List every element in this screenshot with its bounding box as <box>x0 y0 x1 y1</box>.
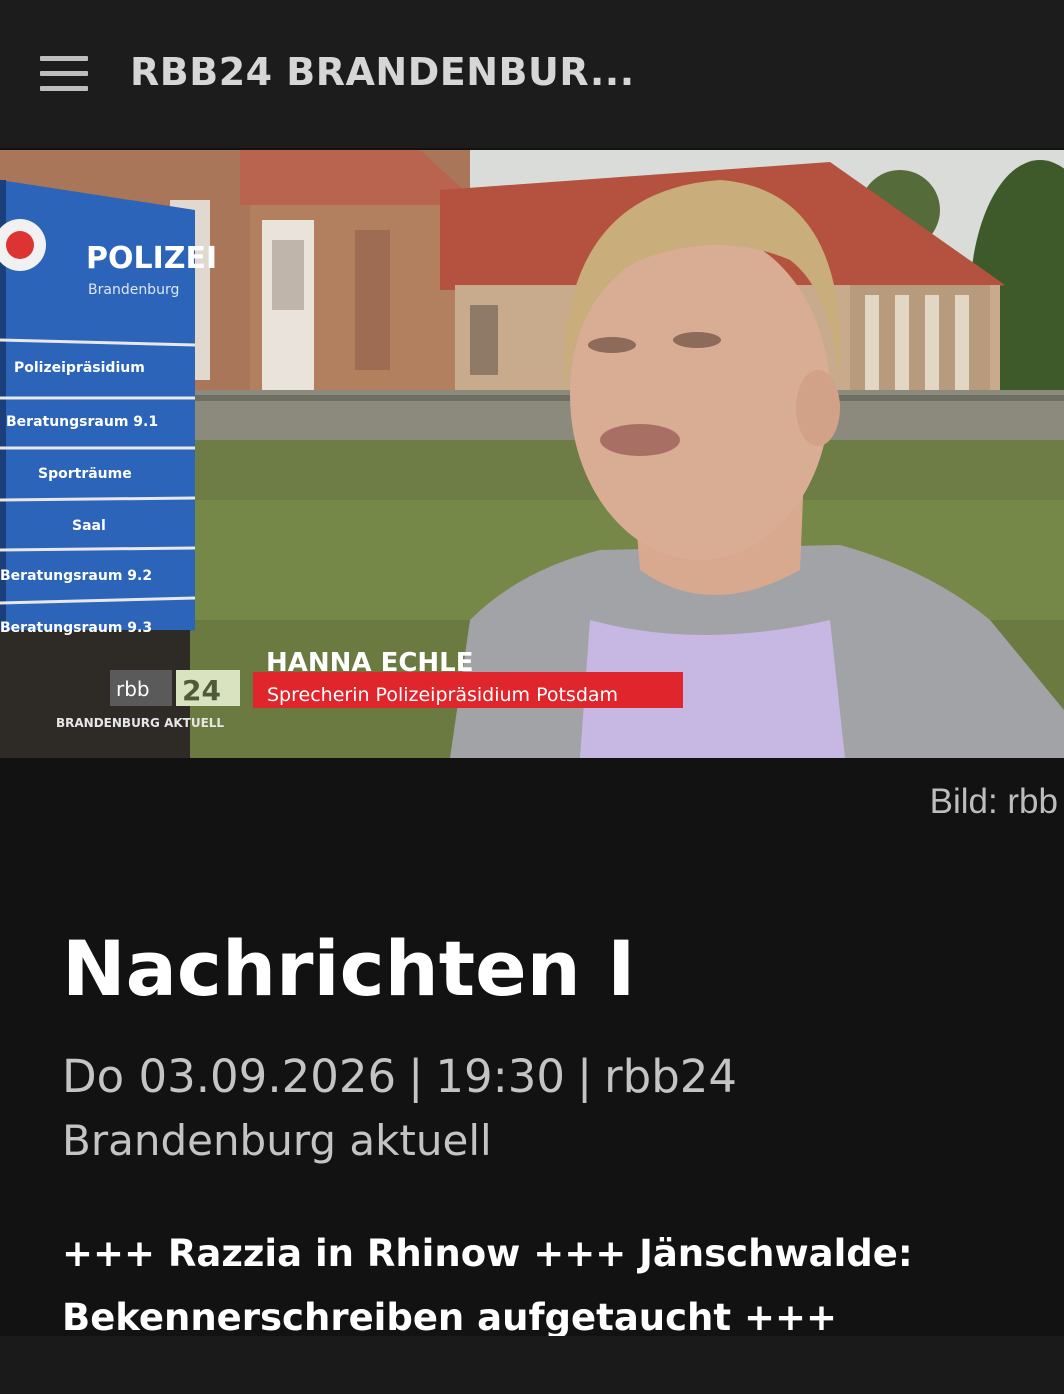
sign-subheader: Brandenburg <box>88 282 179 298</box>
top-app-bar: RBB24 BRANDENBUR... <box>0 0 1064 148</box>
logo-brand: rbb <box>116 677 150 701</box>
teaser-line: +++ Razzia in Rhinow +++ Jänschwalde: <box>62 1232 913 1275</box>
sign-row: Saal <box>72 518 106 534</box>
article-meta: Do 03.09.2026 | 19:30 | rbb24 <box>62 1050 737 1103</box>
sign-row: Beratungsraum 9.3 <box>0 620 152 636</box>
sign-row: Sporträume <box>38 466 132 482</box>
sign-row: Beratungsraum 9.1 <box>6 414 158 430</box>
sign-header: POLIZEI <box>86 241 217 276</box>
broadcast-channel: rbb24 <box>604 1050 738 1103</box>
broadcast-time: 19:30 <box>435 1050 565 1103</box>
video-player[interactable]: POLIZEI Brandenburg Polizeipräsidium Ber… <box>0 150 1064 758</box>
logo-program: BRANDENBURG AKTUELL <box>56 716 224 730</box>
video-frame: POLIZEI Brandenburg Polizeipräsidium Ber… <box>0 150 1064 758</box>
meta-separator: | <box>577 1050 593 1103</box>
hamburger-menu-icon[interactable] <box>38 52 92 96</box>
meta-separator: | <box>408 1050 424 1103</box>
article-teaser: +++ Razzia in Rhinow +++ Jänschwalde: Be… <box>62 1222 1022 1350</box>
sign-row: Polizeipräsidium <box>14 360 145 376</box>
sign-row: Beratungsraum 9.2 <box>0 568 152 584</box>
article-title: Nachrichten I <box>62 924 636 1013</box>
lower-third-name: HANNA ECHLE <box>266 648 474 678</box>
broadcast-date: Do 03.09.2026 <box>62 1050 397 1103</box>
app-title: RBB24 BRANDENBUR... <box>130 50 635 94</box>
image-credit: Bild: rbb <box>929 782 1058 821</box>
lower-third-role: Sprecherin Polizeipräsidium Potsdam <box>267 684 618 706</box>
bottom-edge <box>0 1336 1064 1394</box>
logo-number: 24 <box>182 674 221 707</box>
program-name: Brandenburg aktuell <box>62 1116 492 1165</box>
